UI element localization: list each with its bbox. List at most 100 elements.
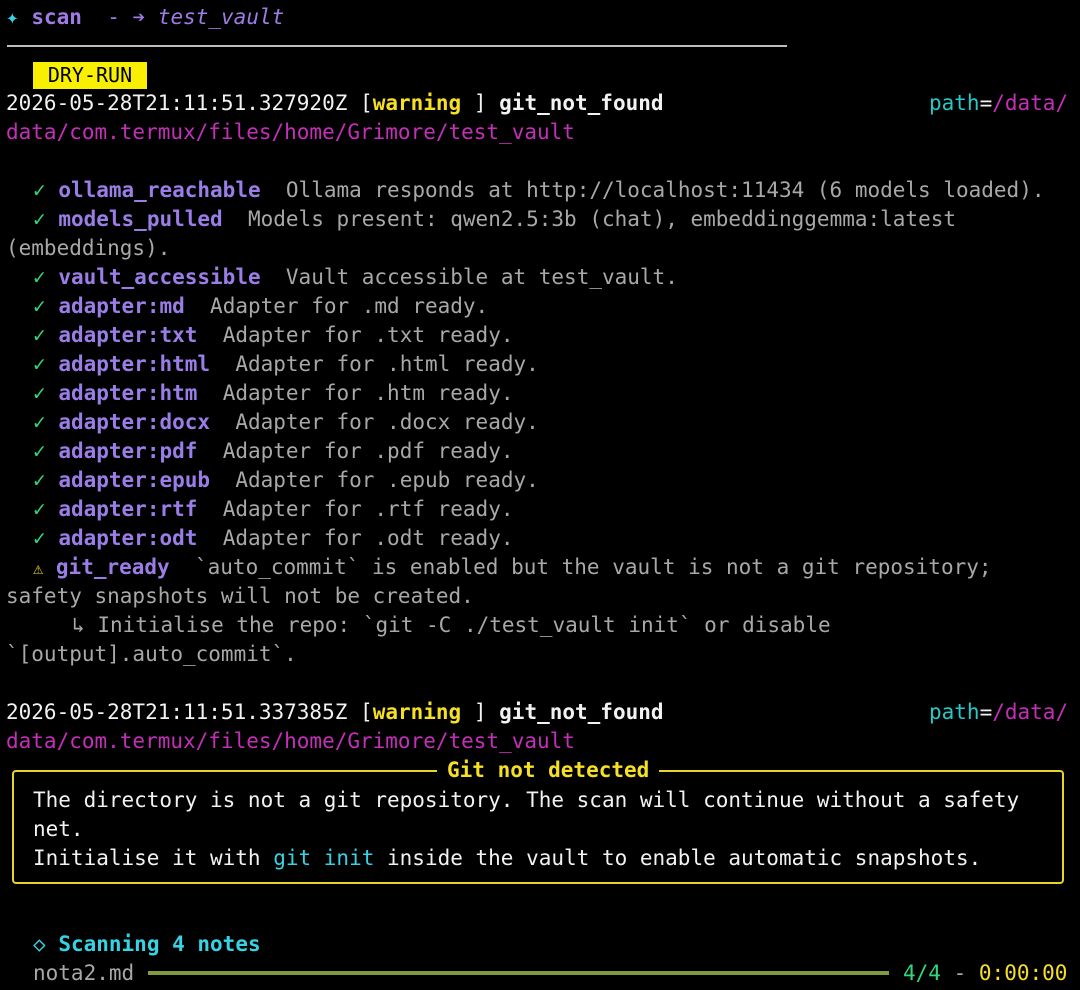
log-path-value: data/com.termux/files/home/Grimore/test_…	[6, 120, 575, 144]
check-item: ✓ adapter:docx Adapter for .docx ready.	[33, 408, 539, 437]
path-value: /data/	[992, 91, 1069, 115]
log-line: 2026-05-28T21:11:51.337385Z [warning ] g…	[6, 698, 664, 727]
check-message-cont: (embeddings).	[6, 236, 171, 260]
scanning-status: ◇ Scanning 4 notes	[33, 930, 261, 959]
check-item: ✓ vault_accessible Vault accessible at t…	[33, 263, 678, 292]
check-name: adapter:htm	[58, 381, 198, 405]
return-arrow-icon: ↳	[72, 613, 85, 637]
panel-line: The directory is not a git repository. T…	[33, 788, 1020, 812]
target-vault: test_vault	[157, 5, 285, 29]
check-name: adapter:odt	[58, 526, 198, 550]
hint-text-cont: `[output].auto_commit`.	[6, 642, 297, 666]
check-icon: ✓	[33, 497, 46, 521]
check-item: ✓ adapter:htm Adapter for .htm ready.	[33, 379, 513, 408]
check-name: git_ready	[55, 555, 170, 579]
scanning-label: Scanning 4 notes	[58, 932, 261, 956]
check-item: ✓ adapter:rtf Adapter for .rtf ready.	[33, 495, 513, 524]
check-message: Adapter for .txt ready.	[222, 323, 514, 347]
check-message: Models present: qwen2.5:3b (chat), embed…	[247, 207, 956, 231]
panel-line: net.	[33, 817, 84, 841]
check-name: vault_accessible	[58, 265, 261, 289]
check-name: adapter:pdf	[58, 439, 198, 463]
log-bracket: [	[360, 700, 373, 724]
check-name: adapter:txt	[58, 323, 198, 347]
command-header: ✦ scan - ➔ test_vault	[6, 3, 284, 32]
log-timestamp: 2026-05-28T21:11:51.327920Z	[6, 91, 348, 115]
panel-title: Git not detected	[437, 756, 660, 785]
check-icon: ✓	[33, 323, 46, 347]
log-path-value: data/com.termux/files/home/Grimore/test_…	[6, 729, 575, 753]
log-bracket: [	[360, 91, 373, 115]
log-level: warning	[372, 91, 462, 115]
panel-text: inside the vault to enable automatic sna…	[374, 846, 982, 870]
check-item: ✓ adapter:pdf Adapter for .pdf ready.	[33, 437, 513, 466]
check-icon: ✓	[33, 468, 46, 492]
check-item: ⚠ git_ready `auto_commit` is enabled but…	[33, 553, 992, 582]
check-message: Adapter for .docx ready.	[235, 410, 539, 434]
check-message: Adapter for .md ready.	[210, 294, 489, 318]
git-init-command: git init	[273, 846, 375, 870]
terminal-window: ✦ scan - ➔ test_vault DRY-RUN 2026-05-28…	[0, 0, 1080, 990]
log-bracket: ]	[461, 700, 487, 724]
check-message: Adapter for .htm ready.	[222, 381, 514, 405]
panel-line: Initialise it with git init inside the v…	[33, 844, 981, 873]
log-level: warning	[372, 700, 462, 724]
check-icon: ✓	[33, 526, 46, 550]
check-item: ✓ models_pulled Models present: qwen2.5:…	[33, 205, 956, 234]
progress-count: 4/4	[903, 961, 941, 985]
check-item: ✓ adapter:md Adapter for .md ready.	[33, 292, 488, 321]
check-message: `auto_commit` is enabled but the vault i…	[195, 555, 992, 579]
log-event: git_not_found	[499, 91, 664, 115]
log-event: git_not_found	[499, 700, 664, 724]
check-message: Vault accessible at test_vault.	[285, 265, 678, 289]
path-key: path	[929, 700, 980, 724]
sparkle-icon: ✦	[6, 5, 19, 29]
log-bracket: ]	[461, 91, 487, 115]
dry-run-badge: DRY-RUN	[33, 62, 147, 89]
check-icon: ✓	[33, 439, 46, 463]
check-name: models_pulled	[58, 207, 223, 231]
check-message: Adapter for .pdf ready.	[222, 439, 514, 463]
check-name: adapter:html	[58, 352, 211, 376]
check-icon: ✓	[33, 352, 46, 376]
check-name: ollama_reachable	[58, 178, 261, 202]
log-path-key: path=/data/	[929, 698, 1068, 727]
check-message: Ollama responds at http://localhost:1143…	[285, 178, 1045, 202]
check-icon: ✓	[33, 410, 46, 434]
log-path-key: path=/data/	[929, 89, 1068, 118]
progress-stats: 4/4 - 0:00:00	[903, 959, 1067, 988]
check-item: ✓ adapter:odt Adapter for .odt ready.	[33, 524, 513, 553]
check-icon: ✓	[33, 381, 46, 405]
path-eq: =	[979, 700, 993, 724]
arrow-icon: ➔	[132, 5, 146, 29]
check-name: adapter:docx	[58, 410, 211, 434]
hint-line: ↳ Initialise the repo: `git -C ./test_va…	[72, 611, 831, 640]
check-message: Adapter for .odt ready.	[222, 526, 514, 550]
header-divider	[7, 45, 787, 47]
check-item: ✓ adapter:html Adapter for .html ready.	[33, 350, 539, 379]
check-name: adapter:md	[58, 294, 185, 318]
progress-file: nota2.md	[33, 961, 135, 985]
check-icon: ✓	[33, 294, 46, 318]
check-icon: ✓	[33, 178, 46, 202]
warning-icon: ⚠	[33, 559, 44, 579]
check-icon: ✓	[33, 207, 46, 231]
check-item: ✓ adapter:txt Adapter for .txt ready.	[33, 321, 513, 350]
progress-elapsed: 0:00:00	[978, 961, 1068, 985]
check-icon: ✓	[33, 265, 46, 289]
check-name: adapter:rtf	[58, 497, 198, 521]
log-timestamp: 2026-05-28T21:11:51.337385Z	[6, 700, 348, 724]
command-name: scan	[31, 5, 82, 29]
path-key: path	[929, 91, 980, 115]
check-message: Adapter for .epub ready.	[235, 468, 539, 492]
check-message: Adapter for .rtf ready.	[222, 497, 514, 521]
progress-sep: -	[953, 961, 967, 985]
hint-text: Initialise the repo: `git -C ./test_vaul…	[97, 613, 831, 637]
diamond-icon: ◇	[33, 932, 46, 956]
check-item: ✓ ollama_reachable Ollama responds at ht…	[33, 176, 1045, 205]
progress-bar	[148, 971, 889, 975]
check-message-cont: safety snapshots will not be created.	[6, 584, 474, 608]
path-value: /data/	[992, 700, 1069, 724]
check-message: Adapter for .html ready.	[235, 352, 539, 376]
check-item: ✓ adapter:epub Adapter for .epub ready.	[33, 466, 539, 495]
